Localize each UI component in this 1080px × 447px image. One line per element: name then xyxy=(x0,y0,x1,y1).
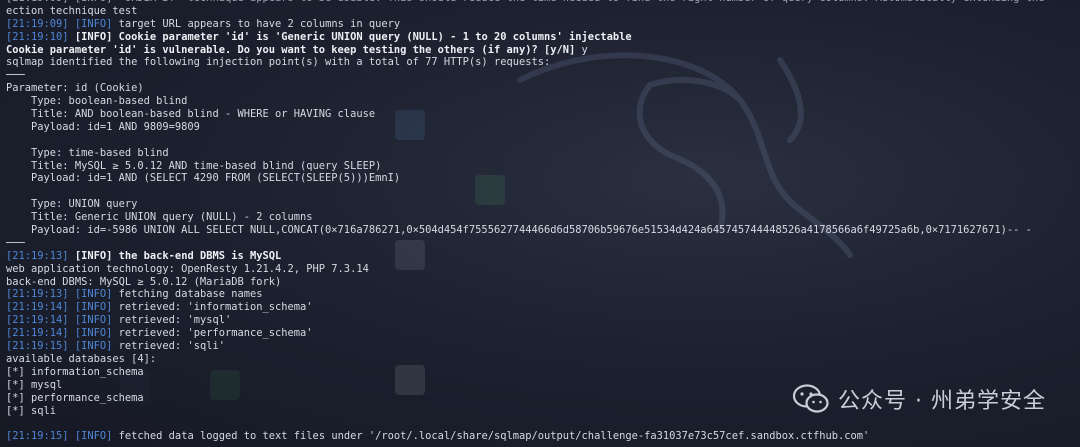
log-timestamp: [21:19:13] xyxy=(6,288,69,301)
terminal-line: Payload: id=1 AND 9809=9809 xyxy=(6,121,1074,134)
terminal-line-text: ection technique test xyxy=(6,4,138,17)
terminal-line-text: [21:19:09] [INFO] 'ORDER BY' technique a… xyxy=(6,0,1044,4)
terminal-line: [21:19:14] [INFO] retrieved: 'performanc… xyxy=(6,327,1074,340)
log-timestamp: [21:19:09] xyxy=(6,17,69,30)
terminal-line: [21:19:13] [INFO] fetching database name… xyxy=(6,288,1074,301)
terminal-line: Type: time-based blind xyxy=(6,147,1074,160)
log-message: retrieved: 'performance_schema' xyxy=(112,327,313,340)
terminal-line: [21:19:15] [INFO] fetched data logged to… xyxy=(6,430,1074,443)
log-message: retrieved: 'information_schema' xyxy=(112,301,313,314)
terminal-line: Cookie parameter 'id' is vulnerable. Do … xyxy=(6,44,1074,57)
terminal-line-text: Type: boolean-based blind xyxy=(6,95,188,108)
terminal-line-text: Title: AND boolean-based blind - WHERE o… xyxy=(6,108,376,121)
log-level-tag: [INFO] xyxy=(74,327,113,340)
log-message: fetching database names xyxy=(112,288,263,301)
log-level-tag: [INFO] xyxy=(74,249,113,262)
terminal-line: available databases [4]: xyxy=(6,353,1074,366)
terminal-line: [21:19:10] [INFO] Cookie parameter 'id' … xyxy=(6,31,1074,44)
log-timestamp: [21:19:14] xyxy=(6,314,69,327)
log-level-tag: [INFO] xyxy=(74,301,113,314)
terminal-line: Type: boolean-based blind xyxy=(6,95,1074,108)
log-level-tag: [INFO] xyxy=(74,340,113,353)
terminal-line: ─── xyxy=(6,69,1074,82)
terminal-line: [21:19:13] [INFO] the back-end DBMS is M… xyxy=(6,250,1074,263)
log-timestamp: [21:19:14] xyxy=(6,327,69,340)
terminal-line: Payload: id=-5986 UNION ALL SELECT NULL,… xyxy=(6,224,1074,237)
terminal-line: Title: Generic UNION query (NULL) - 2 co… xyxy=(6,211,1074,224)
terminal-line: sqlmap identified the following injectio… xyxy=(6,56,1074,69)
log-level-tag: [INFO] xyxy=(74,17,113,30)
terminal-line-text: Title: MySQL ≥ 5.0.12 AND time-based bli… xyxy=(6,159,382,172)
terminal-line-text: Payload: id=-5986 UNION ALL SELECT NULL,… xyxy=(6,224,1032,237)
terminal-window[interactable]: [21:19:09] [INFO] 'ORDER BY' technique a… xyxy=(0,0,1080,447)
log-message: fetched data logged to text files under … xyxy=(112,430,870,443)
log-timestamp: [21:19:15] xyxy=(6,340,69,353)
terminal-line-text: Title: Generic UNION query (NULL) - 2 co… xyxy=(6,211,313,224)
terminal-line-text: back-end DBMS: MySQL ≥ 5.0.12 (MariaDB f… xyxy=(6,275,282,288)
terminal-line-text: [*] information_schema xyxy=(6,365,144,378)
terminal-line: Payload: id=1 AND (SELECT 4290 FROM (SEL… xyxy=(6,172,1074,185)
terminal-line: ─── xyxy=(6,237,1074,250)
log-message: retrieved: 'sqli' xyxy=(112,340,225,353)
terminal-line-text: Type: UNION query xyxy=(6,198,138,211)
terminal-line-text: [*] mysql xyxy=(6,378,63,391)
terminal-line: [21:19:15] [INFO] retrieved: 'sqli' xyxy=(6,340,1074,353)
prompt-question: Cookie parameter 'id' is vulnerable. Do … xyxy=(6,43,576,56)
terminal-line-text: available databases [4]: xyxy=(6,352,157,365)
terminal-line-text: Parameter: id (Cookie) xyxy=(6,82,144,95)
log-timestamp: [21:19:10] xyxy=(6,30,69,43)
terminal-line: Title: MySQL ≥ 5.0.12 AND time-based bli… xyxy=(6,160,1074,173)
terminal-line-text: [*] sqli xyxy=(6,404,57,417)
terminal-line: [21:19:09] [INFO] target URL appears to … xyxy=(6,18,1074,31)
terminal-line: [21:19:14] [INFO] retrieved: 'mysql' xyxy=(6,314,1074,327)
terminal-line-text: ─── xyxy=(6,236,25,249)
log-level-tag: [INFO] xyxy=(74,314,113,327)
terminal-line-text: Payload: id=1 AND (SELECT 4290 FROM (SEL… xyxy=(6,172,401,185)
watermark-text: 公众号 · 州弟学安全 xyxy=(838,389,1046,414)
terminal-line-text: Payload: id=1 AND 9809=9809 xyxy=(6,120,200,133)
log-level-tag: [INFO] xyxy=(74,30,113,43)
log-message: Cookie parameter 'id' is 'Generic UNION … xyxy=(112,30,632,43)
log-level-tag: [INFO] xyxy=(74,288,113,301)
terminal-line-text: [*] performance_schema xyxy=(6,391,144,404)
terminal-line: [21:19:09] [INFO] 'ORDER BY' technique a… xyxy=(6,0,1074,5)
terminal-line-text: ─── xyxy=(6,69,25,82)
prompt-answer: y xyxy=(575,43,588,56)
terminal-output: [21:19:09] [INFO] 'ORDER BY' technique a… xyxy=(6,0,1074,443)
terminal-line: Title: AND boolean-based blind - WHERE o… xyxy=(6,108,1074,121)
log-message: retrieved: 'mysql' xyxy=(112,314,232,327)
terminal-line: ection technique test xyxy=(6,5,1074,18)
log-level-tag: [INFO] xyxy=(74,430,113,443)
log-timestamp: [21:19:13] xyxy=(6,249,69,262)
terminal-line-text: Type: time-based blind xyxy=(6,146,169,159)
terminal-line: [21:19:14] [INFO] retrieved: 'informatio… xyxy=(6,301,1074,314)
terminal-line: web application technology: OpenResty 1.… xyxy=(6,263,1074,276)
log-timestamp: [21:19:14] xyxy=(6,301,69,314)
terminal-line: [*] information_schema xyxy=(6,366,1074,379)
watermark: 公众号 · 州弟学安全 xyxy=(792,383,1046,415)
log-message: the back-end DBMS is MySQL xyxy=(112,249,282,262)
terminal-line-text: web application technology: OpenResty 1.… xyxy=(6,262,369,275)
wechat-icon xyxy=(792,384,829,413)
terminal-line-text: sqlmap identified the following injectio… xyxy=(6,56,551,69)
terminal-line: Parameter: id (Cookie) xyxy=(6,82,1074,95)
log-timestamp: [21:19:15] xyxy=(6,430,69,443)
terminal-line: Type: UNION query xyxy=(6,198,1074,211)
log-message: target URL appears to have 2 columns in … xyxy=(112,17,401,30)
terminal-line: back-end DBMS: MySQL ≥ 5.0.12 (MariaDB f… xyxy=(6,276,1074,289)
